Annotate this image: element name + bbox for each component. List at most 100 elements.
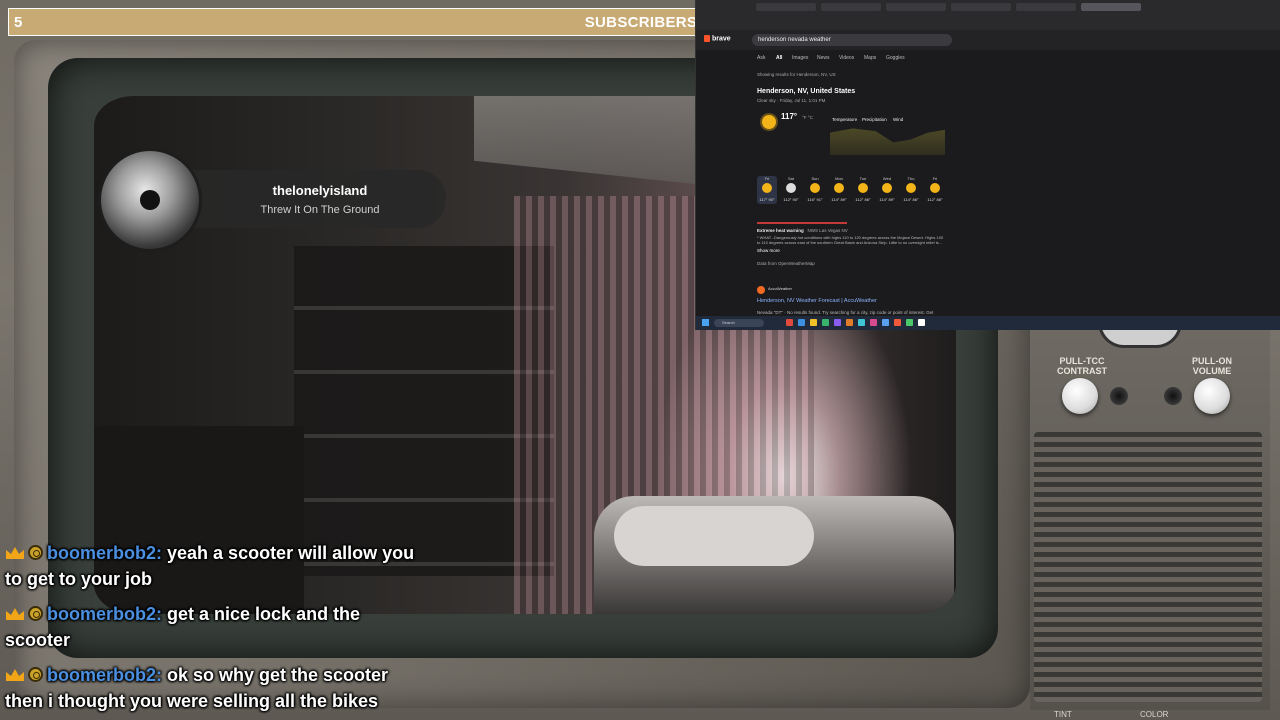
browser-capture: brave henderson nevada weather Ask All I… — [695, 0, 1280, 330]
brave-logo: brave — [704, 35, 731, 42]
tv-jack-2 — [1164, 387, 1182, 405]
contrast-knob — [1062, 378, 1098, 414]
forecast-day-name: Tue — [859, 176, 867, 181]
sun-icon — [834, 183, 844, 193]
volume-knob — [1194, 378, 1230, 414]
browser-tab — [886, 3, 946, 11]
windows-taskbar — [696, 316, 1280, 330]
heat-warning-title-text: Extreme heat warning — [757, 228, 804, 233]
taskbar-app-icon — [870, 319, 877, 326]
contrast-label-line2: CONTRAST — [1057, 366, 1107, 376]
forecast-day: Wed 114° 89° — [877, 176, 897, 204]
browser-tab — [756, 3, 816, 11]
forecast-day: Mon 114° 89° — [829, 176, 849, 204]
forecast-day: Thu 114° 86° — [901, 176, 921, 204]
forecast-day: Fri 112° 88° — [925, 176, 945, 204]
search-nav-maps: Maps — [864, 55, 877, 61]
result-site: AccuWeather — [768, 286, 792, 291]
browser-tab — [951, 3, 1011, 11]
chat-username: boomerbob2: — [47, 543, 162, 563]
browser-tab-active — [1081, 3, 1141, 11]
taskbar-app-icon — [882, 319, 889, 326]
forecast-day-name: Fri — [932, 176, 938, 181]
forecast-day: Sat 112° 90° — [781, 176, 801, 204]
crown-icon — [6, 547, 24, 559]
forecast-day-name: Sat — [787, 176, 794, 181]
crown-icon — [6, 669, 24, 681]
room-pillow — [614, 506, 814, 566]
graph-tab-precipitation: Precipitation — [862, 117, 887, 122]
heat-warning-title: Extreme heat warning NWS Las Vegas NV — [757, 228, 848, 233]
forecast-day-temps: 112° 90° — [783, 197, 799, 202]
color-label: COLOR — [1140, 710, 1169, 719]
warning-divider — [757, 222, 847, 224]
sun-icon — [906, 183, 916, 193]
sun-icon — [762, 183, 772, 193]
taskbar-app-icon — [822, 319, 829, 326]
temperature-graph — [830, 128, 945, 155]
forecast-day: Fri 117° 90° — [757, 176, 777, 204]
taskbar-app-icon — [798, 319, 805, 326]
browser-search-box: henderson nevada weather — [752, 34, 952, 46]
forecast-day-name: Fri — [764, 176, 770, 181]
chat-username: boomerbob2: — [47, 665, 162, 685]
tint-label: TINT — [1054, 710, 1072, 719]
weather-condition: Clear sky · Friday, Jul 11, 1:01 PM — [757, 98, 826, 103]
forecast-day: Sun 116° 91° — [805, 176, 825, 204]
taskbar-app-icon — [834, 319, 841, 326]
browser-tab-strip — [696, 0, 1280, 30]
result-title: Henderson, NV Weather Forecast | AccuWea… — [757, 298, 877, 304]
forecast-day-name: Mon — [835, 176, 843, 181]
forecast-day-temps: 112° 88° — [927, 197, 943, 202]
brave-lion-icon — [704, 35, 710, 42]
search-nav-videos: Videos — [839, 55, 855, 61]
search-nav-news: News — [817, 55, 830, 61]
data-source: Data from OpenWeatherMap — [757, 261, 815, 266]
windows-start-icon — [702, 319, 709, 326]
crown-icon — [6, 608, 24, 620]
taskbar-app-icon — [858, 319, 865, 326]
subscriber-badge-icon — [28, 545, 43, 560]
graph-tab-wind: Wind — [893, 117, 904, 122]
accuweather-icon — [757, 286, 765, 294]
taskbar-app-icon — [810, 319, 817, 326]
chat-username: boomerbob2: — [47, 604, 162, 624]
subscriber-badge-icon — [28, 667, 43, 682]
speaker-grille — [1034, 432, 1262, 702]
now-playing-song: Threw It On The Ground — [260, 204, 380, 216]
search-nav-all: All — [776, 55, 783, 61]
volume-label-line1: PULL-ON — [1192, 356, 1232, 366]
heat-warning-body: * WHAT...Dangerously hot conditions with… — [757, 235, 944, 245]
sun-icon — [762, 115, 776, 129]
forecast-day-temps: 116° 91° — [807, 197, 823, 202]
taskbar-app-icon — [894, 319, 901, 326]
subscriber-badge-icon — [28, 606, 43, 621]
taskbar-app-icon — [786, 319, 793, 326]
taskbar-app-icon — [906, 319, 913, 326]
results-for-text: Showing results for Henderson, NV, US — [757, 72, 836, 77]
show-more-link: Show more — [757, 248, 780, 253]
volume-label-line2: VOLUME — [1192, 366, 1232, 376]
taskbar-app-icon — [846, 319, 853, 326]
search-nav-images: Images — [792, 55, 809, 61]
chat-message: boomerbob2: ok so why get the scooter th… — [5, 662, 425, 714]
volume-label: PULL-ON VOLUME — [1178, 356, 1246, 376]
partly-cloudy-icon — [786, 183, 796, 193]
forecast-day: Tue 112° 86° — [853, 176, 873, 204]
taskbar-app-icon — [918, 319, 925, 326]
forecast-day-temps: 114° 89° — [831, 197, 847, 202]
forecast-day-temps: 114° 89° — [879, 197, 895, 202]
heat-warning-source: NWS Las Vegas NV — [807, 228, 848, 233]
browser-tab — [821, 3, 881, 11]
weather-location: Henderson, NV, United States — [757, 88, 856, 95]
contrast-label: PULL-TCC CONTRAST — [1048, 356, 1116, 376]
forecast-day-name: Sun — [811, 176, 819, 181]
result-description: Nevada "DT" · No results found. Try sear… — [757, 310, 934, 315]
tv-jack-1 — [1110, 387, 1128, 405]
forecast-day-temps: 114° 86° — [903, 197, 919, 202]
weather-temperature: 117° — [781, 112, 798, 121]
taskbar-search: Search — [714, 319, 764, 327]
brave-brand-text: brave — [712, 35, 731, 43]
contrast-label-line1: PULL-TCC — [1059, 356, 1105, 366]
sun-icon — [930, 183, 940, 193]
